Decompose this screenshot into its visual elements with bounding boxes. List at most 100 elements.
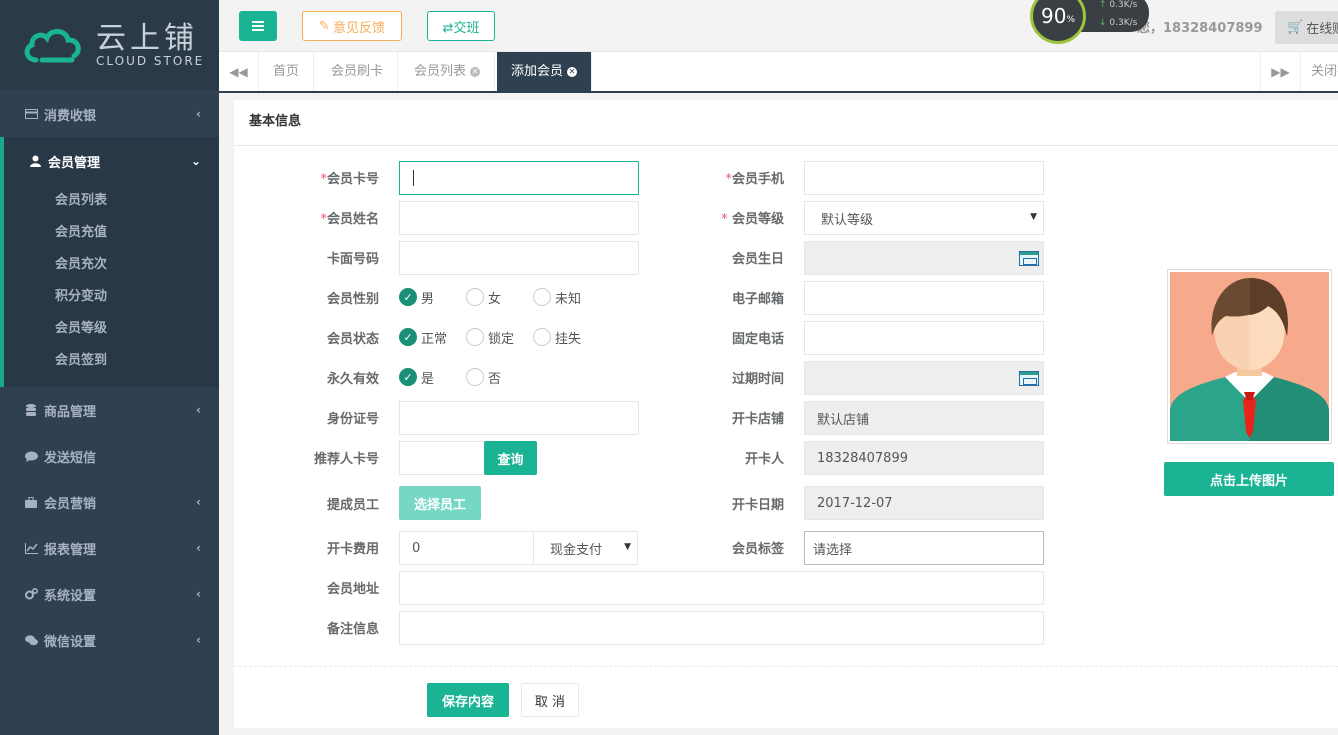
- query-button[interactable]: 查询: [484, 441, 537, 475]
- permanent-label: 永久有效: [326, 372, 379, 387]
- status-radio-group: ✓ 正常 锁定 挂失: [399, 327, 581, 347]
- opener-input: 18328407899: [804, 441, 1044, 475]
- commission-label: 提成员工: [326, 498, 379, 513]
- sidebar-item-settings[interactable]: 系统设置 ‹: [0, 571, 219, 617]
- menu-toggle-button[interactable]: [239, 11, 277, 41]
- briefcase-icon: [24, 495, 38, 509]
- referrer-input[interactable]: [399, 441, 485, 475]
- calendar-icon[interactable]: [1019, 251, 1039, 266]
- expire-label: 过期时间: [731, 372, 784, 387]
- sidebar-item-label: 系统设置: [44, 588, 97, 604]
- tab-member-swipe[interactable]: 会员刷卡: [317, 52, 399, 91]
- gender-radio-group: ✓ 男 女 未知: [399, 287, 581, 307]
- gender-unknown-radio[interactable]: 未知: [533, 288, 581, 307]
- performance-gauge[interactable]: 90%: [1030, 0, 1086, 44]
- sidebar-item-reports[interactable]: 报表管理 ‹: [0, 525, 219, 571]
- sidebar-item-members[interactable]: 会员管理 ⌄: [0, 137, 219, 185]
- section-title: 基本信息: [234, 100, 1338, 146]
- cancel-button[interactable]: 取 消: [521, 683, 579, 717]
- close-tabs-button[interactable]: 关闭操作: [1300, 52, 1338, 91]
- tab-label: 会员列表: [414, 64, 467, 79]
- add-member-panel: 基本信息 *会员卡号 *会员姓名 卡面号码 会员性别 会员状态 永久有效 身份证…: [234, 100, 1338, 728]
- id-card-input[interactable]: [399, 401, 639, 435]
- user-icon: [28, 154, 42, 168]
- email-input[interactable]: [804, 281, 1044, 315]
- address-input[interactable]: [399, 571, 1044, 605]
- card-no-input[interactable]: [399, 161, 639, 195]
- phone-label: *会员手机: [725, 172, 784, 187]
- face-no-input[interactable]: [399, 241, 639, 275]
- logo: 云上铺 CLOUD STORE: [0, 0, 219, 90]
- submenu-member-list[interactable]: 会员列表: [4, 185, 219, 217]
- sidebar-item-label: 商品管理: [44, 404, 97, 420]
- tab-scroll-right-button[interactable]: ▶▶: [1260, 52, 1300, 91]
- status-locked-radio[interactable]: 锁定: [466, 328, 533, 347]
- user-greeting: 您，18328407899: [1137, 21, 1263, 36]
- tab-scroll-left-button[interactable]: ◀◀: [219, 52, 259, 91]
- online-purchase-button[interactable]: 🛒 在线购: [1275, 11, 1338, 44]
- download-speed: 0.3: [1109, 18, 1124, 28]
- tab-member-list[interactable]: 会员列表 ✕: [400, 52, 496, 91]
- permanent-yes-radio[interactable]: ✓ 是: [399, 368, 466, 387]
- name-input[interactable]: [399, 201, 639, 235]
- upload-speed: 0.3: [1109, 0, 1124, 10]
- close-icon[interactable]: ✕: [470, 67, 481, 77]
- sidebar-item-label: 报表管理: [44, 542, 97, 558]
- phone-input[interactable]: [804, 161, 1044, 195]
- submenu-member-recharge[interactable]: 会员充值: [4, 217, 219, 249]
- calendar-icon[interactable]: [1019, 371, 1039, 386]
- close-icon[interactable]: ✕: [567, 67, 578, 77]
- remark-label: 备注信息: [326, 622, 379, 637]
- sidebar-item-label: 会员管理: [48, 155, 101, 171]
- submenu-member-times[interactable]: 会员充次: [4, 249, 219, 281]
- tab-label: 首页: [273, 64, 300, 79]
- arrow-down-icon: ↓: [1099, 18, 1107, 28]
- speed-unit: K/s: [1123, 0, 1138, 10]
- feedback-button[interactable]: ✎ 意见反馈: [302, 11, 402, 41]
- gears-icon: [24, 587, 38, 601]
- fee-input[interactable]: 0: [399, 531, 534, 565]
- upload-image-button[interactable]: 点击上传图片: [1164, 462, 1334, 496]
- tab-home[interactable]: 首页: [259, 52, 315, 91]
- referrer-label: 推荐人卡号: [313, 452, 379, 467]
- line-chart-icon: [24, 541, 38, 555]
- sidebar: 云上铺 CLOUD STORE 消费收银 ‹ 会员管理 ⌄ 会员列表 会员充值 …: [0, 0, 219, 735]
- sidebar-item-label: 发送短信: [44, 450, 97, 466]
- sidebar-item-marketing[interactable]: 会员营销 ‹: [0, 479, 219, 525]
- avatar-image: [1167, 269, 1332, 444]
- text-cursor: [413, 170, 414, 186]
- submenu-points[interactable]: 积分变动: [4, 281, 219, 313]
- card-no-label: *会员卡号: [320, 172, 379, 187]
- tab-label: 添加会员: [511, 64, 564, 79]
- permanent-no-radio[interactable]: 否: [466, 368, 501, 387]
- feedback-label: 意见反馈: [332, 20, 385, 36]
- sidebar-item-sms[interactable]: 发送短信: [0, 433, 219, 479]
- status-label: 会员状态: [326, 332, 379, 347]
- payment-method-select[interactable]: 现金支付 ▼: [533, 531, 638, 565]
- status-lost-radio[interactable]: 挂失: [533, 328, 581, 347]
- tel-input[interactable]: [804, 321, 1044, 355]
- gender-female-radio[interactable]: 女: [466, 288, 533, 307]
- submenu-member-level[interactable]: 会员等级: [4, 313, 219, 345]
- sidebar-item-products[interactable]: 商品管理 ‹: [0, 387, 219, 433]
- database-icon: [24, 403, 38, 417]
- gender-male-radio[interactable]: ✓ 男: [399, 288, 466, 307]
- status-normal-radio[interactable]: ✓ 正常: [399, 328, 466, 347]
- expire-input[interactable]: [804, 361, 1044, 395]
- remark-input[interactable]: [399, 611, 1044, 645]
- birthday-input[interactable]: [804, 241, 1044, 275]
- choose-staff-button[interactable]: 选择员工: [399, 486, 481, 520]
- level-select[interactable]: 默认等级 ▼: [804, 201, 1044, 235]
- arrow-up-icon: ↑: [1099, 0, 1107, 10]
- shift-label: ⇄交班: [442, 20, 480, 36]
- save-button[interactable]: 保存内容: [427, 683, 509, 717]
- sidebar-item-wechat[interactable]: 微信设置 ‹: [0, 617, 219, 663]
- forward-icon: ▶▶: [1271, 64, 1290, 79]
- tel-label: 固定电话: [731, 332, 784, 347]
- tag-select[interactable]: 请选择: [804, 531, 1044, 565]
- sidebar-item-checkout[interactable]: 消费收银 ‹: [0, 91, 219, 137]
- submenu-member-checkin[interactable]: 会员签到: [4, 345, 219, 377]
- tab-add-member[interactable]: 添加会员 ✕: [497, 52, 593, 91]
- gauge-unit: %: [1066, 15, 1075, 25]
- shift-button[interactable]: ⇄交班: [427, 11, 495, 41]
